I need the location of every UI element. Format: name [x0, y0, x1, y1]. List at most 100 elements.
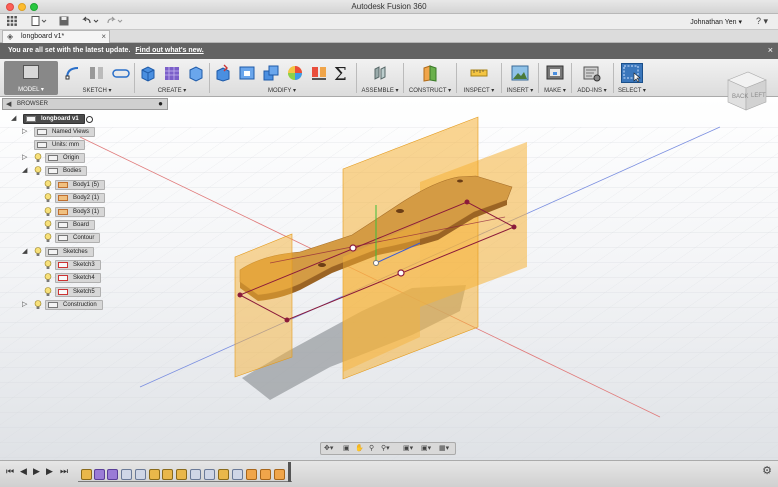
view-cube[interactable]: BACK LEFT — [724, 68, 768, 114]
visibility-bulb-icon[interactable] — [44, 273, 52, 283]
user-menu[interactable]: Johnathan Yen ▾ — [690, 18, 742, 26]
timeline-split-icon[interactable] — [246, 469, 257, 480]
timeline-sketch-icon[interactable] — [162, 469, 173, 480]
inspect-group[interactable]: INSPECT ▾ — [459, 59, 499, 97]
compute-all-icon[interactable]: Σ — [332, 64, 350, 82]
go-to-start-icon[interactable]: ⏮ — [6, 466, 14, 477]
box-icon[interactable] — [187, 64, 205, 82]
form-icon[interactable] — [163, 64, 181, 82]
timeline-form-icon[interactable] — [94, 469, 105, 480]
whats-new-link[interactable]: Find out what's new. — [135, 47, 203, 54]
timeline-form-icon[interactable] — [107, 469, 118, 480]
construction-node[interactable]: Construction — [45, 300, 103, 310]
visibility-bulb-icon[interactable] — [44, 220, 52, 230]
timeline-split-icon[interactable] — [260, 469, 271, 480]
close-tab-icon[interactable]: × — [101, 32, 106, 41]
timeline-marker[interactable] — [288, 462, 291, 482]
timeline-sketch-icon[interactable] — [176, 469, 187, 480]
fillet-icon[interactable] — [238, 64, 256, 82]
step-forward-icon[interactable]: ▶ — [46, 466, 53, 477]
browser-panel-header[interactable]: ◀ BROWSER ● — [2, 98, 168, 110]
visibility-bulb-icon[interactable] — [34, 300, 42, 310]
units-node[interactable]: Units: mm — [34, 140, 85, 150]
timeline-sketch-icon[interactable] — [81, 469, 92, 480]
file-menu-icon[interactable] — [30, 16, 48, 28]
combine-icon[interactable] — [262, 64, 280, 82]
step-back-icon[interactable]: ◀ — [20, 466, 27, 477]
save-icon[interactable] — [58, 16, 70, 28]
redo-icon[interactable] — [104, 16, 124, 28]
visibility-bulb-icon[interactable] — [44, 207, 52, 217]
measure-icon[interactable] — [470, 64, 488, 82]
visibility-bulb-icon[interactable] — [44, 260, 52, 270]
appearance-icon[interactable] — [286, 64, 304, 82]
close-notification-icon[interactable]: × — [768, 45, 773, 55]
slot-icon[interactable] — [112, 64, 130, 82]
document-tab[interactable]: ◈ longboard v1* × — [2, 30, 110, 43]
create-sketch-icon[interactable] — [64, 64, 82, 82]
sketch-group[interactable]: SKETCH ▾ — [62, 59, 132, 97]
stop-sketch-icon[interactable] — [88, 64, 106, 82]
named-views-node[interactable]: Named Views — [34, 127, 95, 137]
timeline-move-icon[interactable] — [121, 469, 132, 480]
make-group[interactable]: MAKE ▾ — [541, 59, 569, 97]
orbit-icon[interactable]: ✥▾ — [324, 444, 333, 452]
insert-image-icon[interactable] — [511, 64, 529, 82]
body-node[interactable]: Body2 (1) — [55, 193, 106, 203]
visibility-bulb-icon[interactable] — [34, 153, 42, 163]
pan-icon[interactable]: ✋ — [355, 444, 364, 452]
canvas-viewport[interactable] — [0, 97, 778, 460]
select-group[interactable]: SELECT ▾ — [616, 59, 648, 97]
joint-icon[interactable] — [371, 64, 389, 82]
expand-arrow-icon[interactable]: ▷ — [22, 300, 27, 308]
timeline-sketch-icon[interactable] — [149, 469, 160, 480]
timeline-settings-icon[interactable]: ⚙ — [762, 464, 772, 477]
go-to-end-icon[interactable]: ⏭ — [60, 466, 68, 477]
visibility-bulb-icon[interactable] — [34, 166, 42, 176]
body-node[interactable]: Body3 (1) — [55, 207, 106, 217]
timeline-sketch-icon[interactable] — [218, 469, 229, 480]
press-pull-icon[interactable] — [214, 64, 232, 82]
display-settings-icon[interactable]: ▣▾ — [403, 444, 413, 452]
offset-plane-icon[interactable] — [421, 64, 439, 82]
activate-radio[interactable] — [85, 116, 93, 123]
scripts-addins-icon[interactable] — [583, 64, 601, 82]
help-icon[interactable]: ? ▾ — [756, 16, 768, 27]
visibility-bulb-icon[interactable] — [44, 233, 52, 243]
grid-menu-icon[interactable] — [6, 16, 18, 28]
visibility-bulb-icon[interactable] — [44, 180, 52, 190]
change-parameters-icon[interactable] — [310, 64, 328, 82]
look-at-icon[interactable]: ▣ — [343, 444, 350, 452]
undo-icon[interactable] — [80, 16, 100, 28]
visibility-bulb-icon[interactable] — [44, 287, 52, 297]
sketch-node[interactable]: Sketch4 — [55, 273, 101, 283]
timeline-plane-icon[interactable] — [204, 469, 215, 480]
assemble-group[interactable]: ASSEMBLE ▾ — [359, 59, 401, 97]
play-icon[interactable]: ▶ — [33, 466, 40, 477]
workspace-switcher[interactable]: MODEL ▾ — [4, 61, 58, 95]
construct-group[interactable]: CONSTRUCT ▾ — [406, 59, 454, 97]
modify-group[interactable]: Σ MODIFY ▾ — [212, 59, 352, 97]
collapse-arrow-icon[interactable]: ◢ — [22, 247, 27, 255]
sketches-node[interactable]: Sketches — [45, 247, 94, 257]
visibility-bulb-icon[interactable] — [44, 193, 52, 203]
expand-arrow-icon[interactable]: ▷ — [22, 153, 27, 161]
zoom-icon[interactable]: ⚲ — [369, 444, 374, 452]
visual-style-icon[interactable]: ▣▾ — [421, 444, 431, 452]
sketch-node[interactable]: Sketch5 — [55, 287, 101, 297]
insert-group[interactable]: INSERT ▾ — [504, 59, 536, 97]
body-node[interactable]: Board — [55, 220, 96, 230]
component-node[interactable]: longboard v1 — [23, 114, 93, 124]
sketch-node[interactable]: Sketch3 — [55, 260, 101, 270]
create-group[interactable]: CREATE ▾ — [137, 59, 207, 97]
timeline-split-icon[interactable] — [274, 469, 285, 480]
body-node[interactable]: Body1 (5) — [55, 180, 106, 190]
expand-arrow-icon[interactable]: ▷ — [22, 127, 27, 135]
timeline-plane-icon[interactable] — [232, 469, 243, 480]
grid-settings-icon[interactable]: ▦▾ — [439, 444, 449, 452]
timeline-plane-icon[interactable] — [135, 469, 146, 480]
origin-node[interactable]: Origin — [45, 153, 86, 163]
browser-collapse-icon[interactable]: ◀ — [6, 100, 11, 108]
bodies-node[interactable]: Bodies — [45, 166, 88, 176]
browser-pin-icon[interactable]: ● — [158, 99, 163, 108]
